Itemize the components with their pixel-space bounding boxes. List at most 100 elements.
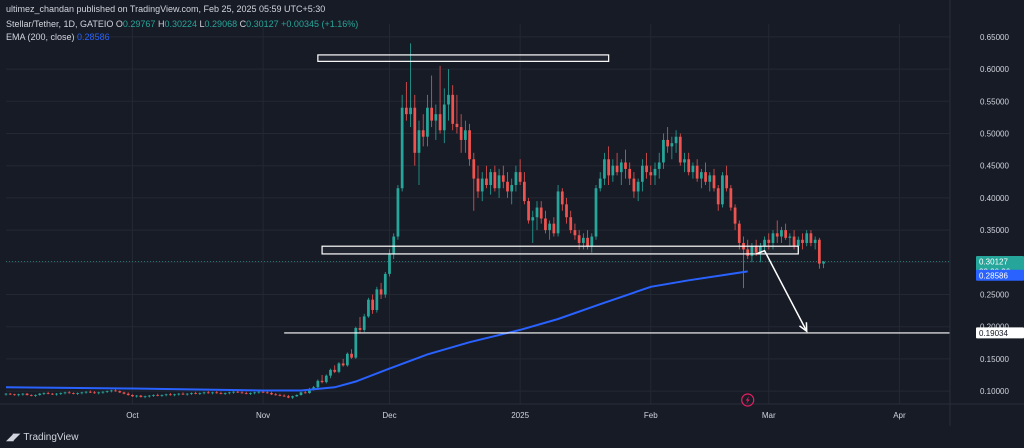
candle-body bbox=[227, 392, 231, 394]
symbol-name: Stellar/Tether, 1D, GATEIO bbox=[6, 19, 114, 29]
x-tick-label: Oct bbox=[126, 411, 139, 420]
candle-body bbox=[358, 328, 362, 330]
candle-body bbox=[80, 392, 84, 394]
candle-body bbox=[135, 395, 139, 397]
candle-body bbox=[350, 353, 353, 358]
y-tick-label: 0.10000 bbox=[980, 387, 1009, 396]
candle-body bbox=[114, 390, 117, 392]
candle-body bbox=[590, 236, 594, 247]
candle-body bbox=[569, 217, 573, 231]
candle-body bbox=[708, 175, 712, 182]
candle-body bbox=[257, 391, 261, 393]
candle-body bbox=[131, 394, 134, 397]
candle-body bbox=[691, 165, 695, 173]
candle-body bbox=[194, 393, 198, 394]
candle-body bbox=[619, 162, 623, 173]
candle-body bbox=[261, 391, 265, 393]
candle-body bbox=[565, 204, 568, 218]
candle-body bbox=[577, 235, 581, 243]
candle-body bbox=[168, 394, 172, 396]
ema-label: EMA (200, close) bbox=[6, 32, 75, 42]
candle-body bbox=[202, 392, 206, 394]
y-tick-label: 0.55000 bbox=[980, 97, 1009, 106]
candle-body bbox=[699, 172, 703, 179]
candle-body bbox=[324, 375, 328, 383]
candle-body bbox=[320, 380, 324, 383]
candle-body bbox=[573, 230, 577, 236]
y-tick-label: 0.15000 bbox=[980, 355, 1009, 364]
y-tick-label: 0.45000 bbox=[980, 162, 1009, 171]
x-tick-label: 2025 bbox=[511, 411, 529, 420]
last-price-label: 0.30127 bbox=[979, 257, 1008, 266]
high-value: 0.30224 bbox=[164, 19, 198, 29]
candle-body bbox=[404, 107, 408, 115]
candle-body bbox=[299, 392, 303, 395]
candle-body bbox=[244, 393, 248, 394]
candle-body bbox=[628, 168, 632, 179]
candle-body bbox=[805, 233, 809, 243]
candle-body bbox=[8, 393, 12, 395]
candle-body bbox=[409, 107, 412, 115]
candle-body bbox=[126, 393, 130, 395]
candle-body bbox=[101, 391, 105, 393]
candle-body bbox=[763, 239, 766, 247]
candle-body bbox=[430, 107, 434, 121]
candle-body bbox=[143, 396, 147, 398]
support-box[interactable] bbox=[321, 245, 799, 255]
candle-body bbox=[729, 188, 733, 208]
candle-body bbox=[426, 107, 429, 137]
candle-body bbox=[674, 136, 678, 144]
candle-body bbox=[678, 136, 682, 163]
y-axis[interactable]: 0.65000 0.60000 0.55000 0.50000 0.45000 0.400… bbox=[949, 0, 1009, 426]
candle-body bbox=[636, 181, 640, 192]
candle-body bbox=[337, 363, 341, 372]
candle-body bbox=[341, 363, 345, 366]
candle-body bbox=[329, 369, 332, 376]
candle-body bbox=[649, 172, 653, 176]
y-tick-label: 0.35000 bbox=[980, 226, 1009, 235]
x-tick-label: Nov bbox=[256, 411, 270, 420]
ema-legend[interactable]: EMA (200, close) 0.28586 bbox=[6, 32, 110, 42]
footer: ◢◤ TradingView bbox=[6, 432, 78, 443]
candle-body bbox=[164, 394, 168, 396]
candle-body bbox=[160, 394, 164, 396]
resistance-box[interactable] bbox=[317, 54, 610, 62]
candle-body bbox=[527, 201, 530, 221]
candle-body bbox=[270, 393, 273, 395]
candle-body bbox=[232, 391, 235, 393]
candle-body bbox=[737, 223, 741, 243]
level-price-label: 0.19034 bbox=[979, 329, 1008, 338]
candle-body bbox=[253, 392, 257, 394]
candle-body bbox=[219, 393, 223, 394]
candle-body bbox=[400, 107, 404, 189]
open-value: 0.29767 bbox=[122, 19, 156, 29]
candle-body bbox=[670, 143, 674, 147]
candle-body bbox=[29, 394, 33, 396]
candle-body bbox=[788, 236, 792, 238]
candle-body bbox=[278, 394, 282, 396]
candle-body bbox=[767, 239, 771, 243]
candle-body bbox=[375, 289, 379, 310]
candle-body bbox=[472, 159, 476, 179]
candle-body bbox=[55, 393, 58, 395]
candle-body bbox=[459, 127, 463, 140]
candle-body bbox=[105, 391, 109, 392]
candle-body bbox=[615, 165, 619, 173]
candle-body bbox=[653, 168, 657, 176]
candle-body bbox=[468, 130, 471, 160]
candle-body bbox=[206, 392, 210, 394]
x-axis[interactable]: Oct Nov Dec 2025 Feb Mar Apr bbox=[0, 403, 1024, 420]
candle-body bbox=[379, 289, 383, 295]
candle-body bbox=[624, 162, 627, 169]
candle-body bbox=[396, 188, 400, 237]
x-tick-label: Dec bbox=[382, 411, 396, 420]
candle-body bbox=[303, 392, 307, 394]
chart[interactable]: Oct Nov Dec 2025 Feb Mar Apr 0.65000 0.60000 0.5… bbox=[0, 0, 1024, 448]
candle-body bbox=[417, 130, 421, 153]
candle-body bbox=[666, 139, 670, 147]
symbol-legend[interactable]: Stellar/Tether, 1D, GATEIO O0.29767 H0.3… bbox=[6, 19, 358, 29]
candle-body bbox=[34, 394, 37, 396]
candle-body bbox=[122, 392, 126, 394]
brand-name: TradingView bbox=[23, 432, 79, 443]
candle-body bbox=[185, 393, 189, 395]
